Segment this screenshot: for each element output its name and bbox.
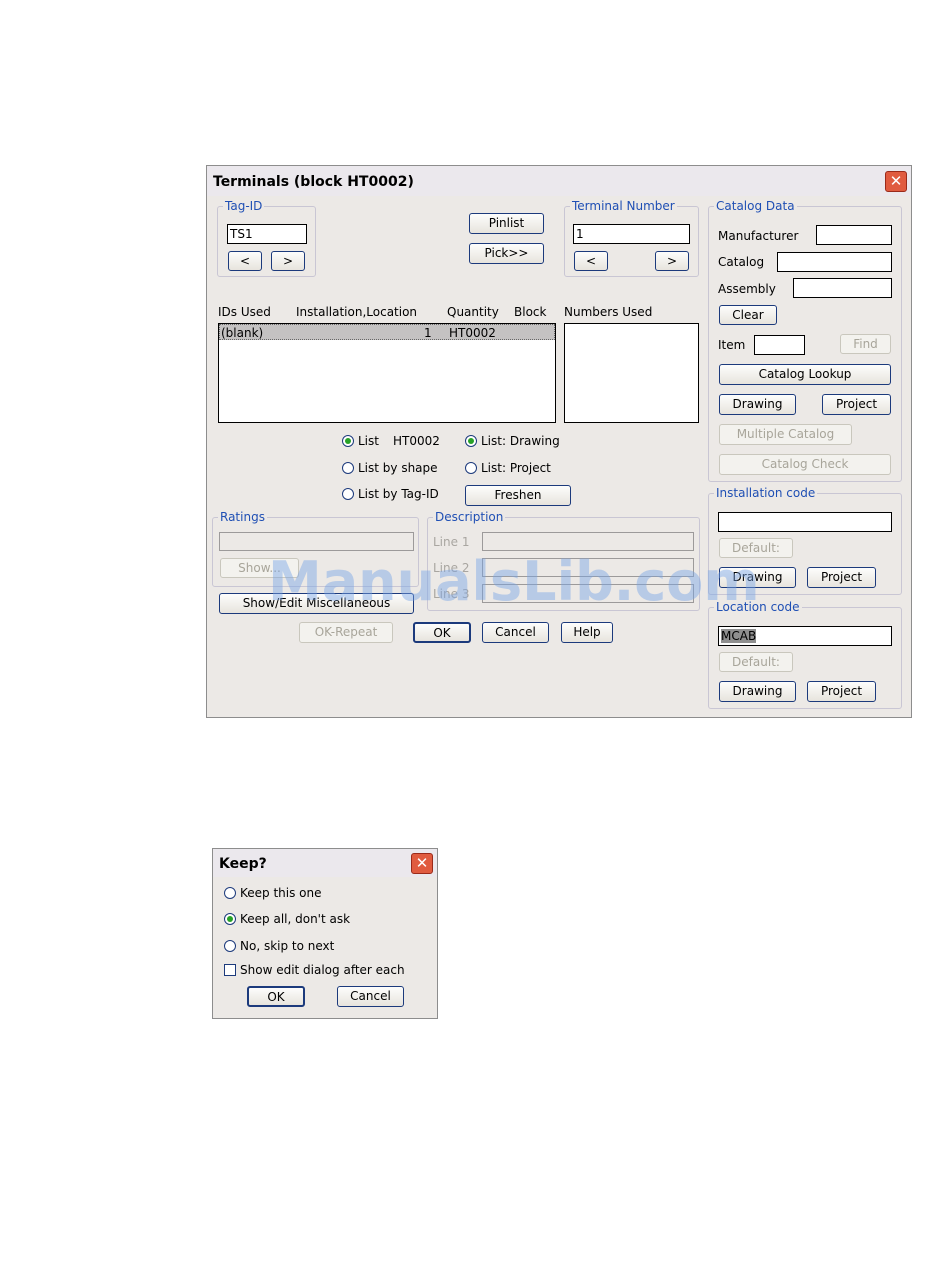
title-bar: Terminals (block HT0002) ✕ [207,166,911,196]
assembly-field[interactable] [793,278,892,298]
line1-label: Line 1 [433,535,470,549]
list-block-label: HT0002 [393,434,440,448]
pick-button[interactable]: Pick>> [469,243,544,264]
location-code-field[interactable]: MCAB [718,626,892,646]
ids-used-list[interactable]: (blank) 1 HT0002 [218,323,556,423]
list-drawing-radio[interactable] [465,435,477,447]
assembly-label: Assembly [718,282,776,296]
list-block-radio[interactable] [342,435,354,447]
list-label: List [358,434,379,448]
item-field[interactable] [754,335,805,355]
keep-this-one-radio[interactable] [224,887,236,899]
keep-title: Keep? [219,856,267,872]
catalog-project-button[interactable]: Project [822,394,891,415]
cancel-button[interactable]: Cancel [482,622,549,643]
description-legend: Description [433,510,506,524]
installation-code-field[interactable] [718,512,892,532]
numbers-used-header: Numbers Used [564,305,653,319]
location-default-button[interactable]: Default: [719,652,793,672]
number-next-button[interactable]: > [655,251,689,271]
terminal-number-field[interactable]: 1 [573,224,690,244]
catalog-field[interactable] [777,252,892,272]
keep-cancel-button[interactable]: Cancel [337,986,404,1007]
list-drawing-label: List: Drawing [481,434,560,448]
installation-code-legend: Installation code [714,486,818,500]
list-by-shape-label: List by shape [358,461,438,475]
ratings-legend: Ratings [218,510,267,524]
tag-prev-button[interactable]: < [228,251,262,271]
terminals-dialog: Terminals (block HT0002) ✕ Tag-ID TS1 < … [206,165,912,718]
row-id: (blank) [221,326,264,340]
ok-repeat-button[interactable]: OK-Repeat [299,622,393,643]
numbers-used-list[interactable] [564,323,699,423]
skip-next-label: No, skip to next [240,939,335,953]
list-by-tag-radio[interactable] [342,488,354,500]
row-quantity: 1 [424,326,432,340]
keep-title-bar: Keep? ✕ [213,849,437,877]
list-by-tag-label: List by Tag-ID [358,487,439,501]
tag-id-field[interactable]: TS1 [227,224,307,244]
ids-used-header: IDs Used [218,305,271,319]
manufacturer-field[interactable] [816,225,892,245]
freshen-button[interactable]: Freshen [465,485,571,506]
catalog-data-legend: Catalog Data [714,199,797,213]
catalog-lookup-button[interactable]: Catalog Lookup [719,364,891,385]
row-block: HT0002 [449,326,496,340]
tag-id-legend: Tag-ID [223,199,265,213]
keep-all-label: Keep all, don't ask [240,912,351,926]
keep-all-radio[interactable] [224,913,236,925]
catalog-label: Catalog [718,255,765,269]
location-project-button[interactable]: Project [807,681,876,702]
item-label: Item [718,338,746,352]
table-row[interactable]: (blank) 1 HT0002 [219,324,555,340]
catalog-drawing-button[interactable]: Drawing [719,394,796,415]
close-icon[interactable]: ✕ [885,171,907,192]
keep-dialog: Keep? ✕ Keep this one Keep all, don't as… [212,848,438,1019]
skip-next-radio[interactable] [224,940,236,952]
list-project-radio[interactable] [465,462,477,474]
show-edit-dialog-label: Show edit dialog after each [240,963,405,977]
keep-this-one-label: Keep this one [240,886,322,900]
clear-button[interactable]: Clear [719,305,777,325]
location-code-value: MCAB [721,629,757,643]
ratings-field [219,532,414,551]
quantity-header: Quantity [447,305,499,319]
location-drawing-button[interactable]: Drawing [719,681,796,702]
inst-loc-header: Installation,Location [296,305,418,319]
multiple-catalog-button[interactable]: Multiple Catalog [719,424,852,445]
help-button[interactable]: Help [561,622,613,643]
show-edit-dialog-checkbox[interactable] [224,964,236,976]
line1-field [482,532,694,551]
close-icon[interactable]: ✕ [411,853,433,874]
pinlist-button[interactable]: Pinlist [469,213,544,234]
tag-next-button[interactable]: > [271,251,305,271]
watermark: ManualsLib.com [268,550,760,613]
block-header: Block [514,305,547,319]
number-prev-button[interactable]: < [574,251,608,271]
keep-ok-button[interactable]: OK [247,986,305,1007]
terminal-number-legend: Terminal Number [570,199,677,213]
list-by-shape-radio[interactable] [342,462,354,474]
catalog-check-button[interactable]: Catalog Check [719,454,891,475]
manufacturer-label: Manufacturer [718,229,799,243]
find-button[interactable]: Find [840,334,891,354]
dialog-title: Terminals (block HT0002) [213,174,414,190]
installation-project-button[interactable]: Project [807,567,876,588]
list-project-label: List: Project [481,461,551,475]
ok-button[interactable]: OK [413,622,471,643]
